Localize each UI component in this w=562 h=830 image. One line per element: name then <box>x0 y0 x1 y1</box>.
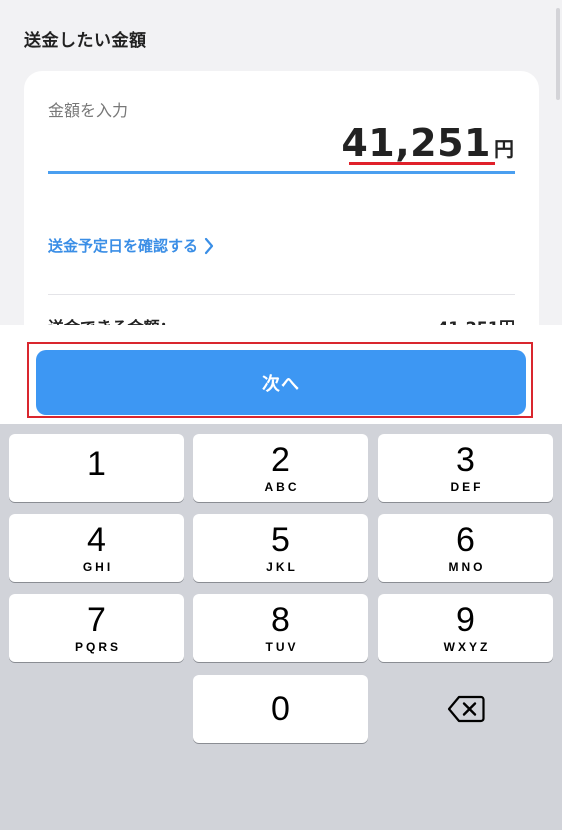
key-4[interactable]: 4 GHI <box>9 514 184 582</box>
amount-value: 41,251 <box>341 121 491 165</box>
key-digit: 4 <box>87 520 106 559</box>
key-digit: 6 <box>456 520 475 559</box>
key-letters: ABC <box>264 479 300 494</box>
key-2[interactable]: 2 ABC <box>193 434 368 502</box>
key-letters: TUV <box>265 639 299 654</box>
key-digit: 1 <box>87 445 106 483</box>
chevron-right-icon <box>204 237 214 254</box>
key-letters: WXYZ <box>443 639 491 654</box>
key-letters: MNO <box>448 559 486 574</box>
key-digit: 9 <box>456 600 475 639</box>
key-letters: JKL <box>266 559 298 574</box>
amount-input-underline <box>48 171 515 174</box>
numeric-keypad: 1 2 ABC 3 DEF 4 GHI 5 JKL 6 MNO 7 PQRS 8… <box>0 424 562 830</box>
key-digit: 8 <box>271 600 290 639</box>
next-button[interactable]: 次へ <box>36 350 526 415</box>
key-9[interactable]: 9 WXYZ <box>378 594 553 662</box>
amount-unit: 円 <box>494 137 514 161</box>
key-8[interactable]: 8 TUV <box>193 594 368 662</box>
amount-highlight-underline <box>349 162 495 165</box>
key-5[interactable]: 5 JKL <box>193 514 368 582</box>
key-6[interactable]: 6 MNO <box>378 514 553 582</box>
amount-input[interactable]: 41,251 円 <box>341 121 514 165</box>
key-digit: 3 <box>456 440 475 479</box>
key-0[interactable]: 0 <box>193 675 368 743</box>
key-digit: 7 <box>87 600 106 639</box>
backspace-icon <box>447 695 485 723</box>
key-1[interactable]: 1 <box>9 434 184 502</box>
key-digit: 2 <box>271 440 290 479</box>
key-letters: DEF <box>450 479 484 494</box>
schedule-link[interactable]: 送金予定日を確認する <box>48 235 214 256</box>
key-3[interactable]: 3 DEF <box>378 434 553 502</box>
action-bar: 次へ <box>0 325 562 424</box>
key-digit: 5 <box>271 520 290 559</box>
scroll-indicator[interactable] <box>556 8 560 100</box>
schedule-link-label: 送金予定日を確認する <box>48 237 199 255</box>
key-letters: PQRS <box>74 639 121 654</box>
amount-label: 金額を入力 <box>48 101 129 120</box>
section-title: 送金したい金額 <box>24 31 147 51</box>
backspace-key[interactable] <box>378 675 553 743</box>
card-divider <box>48 294 515 295</box>
key-digit: 0 <box>271 690 290 728</box>
key-letters: GHI <box>82 559 114 574</box>
key-7[interactable]: 7 PQRS <box>9 594 184 662</box>
